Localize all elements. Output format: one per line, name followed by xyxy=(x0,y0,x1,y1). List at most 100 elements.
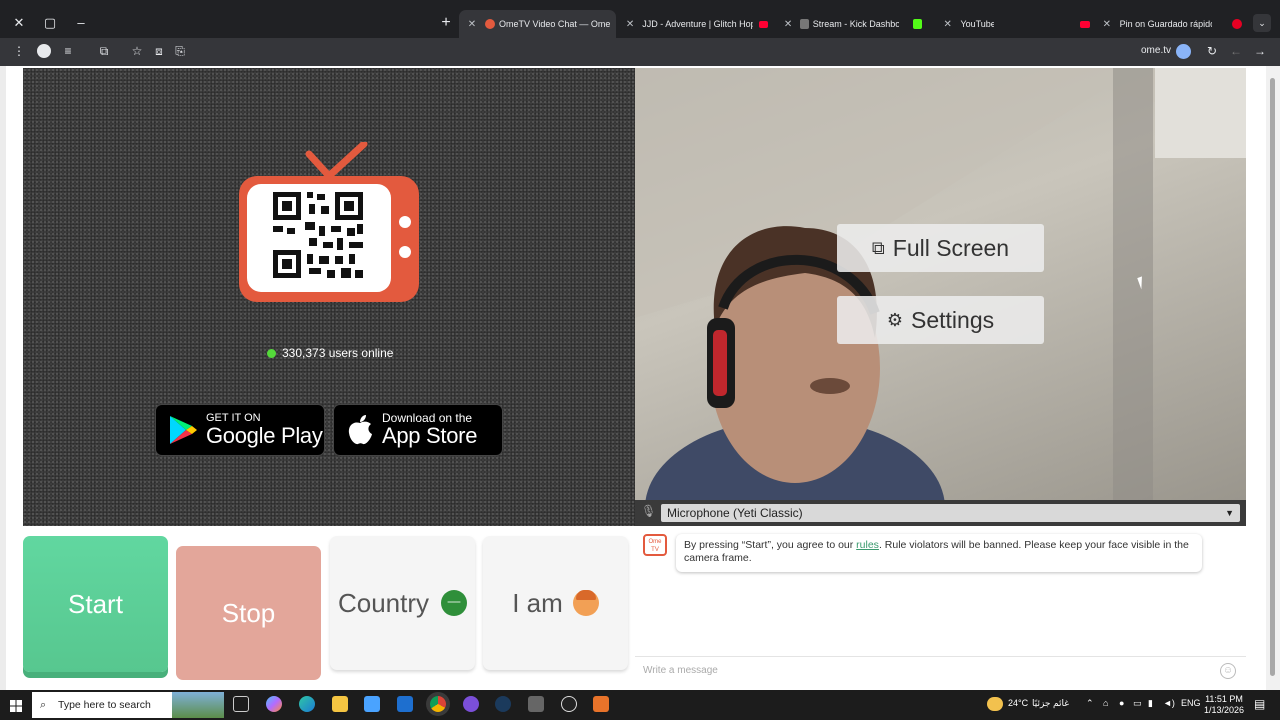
tab-title: Pin on Guardado rápido xyxy=(1119,19,1213,29)
tab-kick[interactable]: ✕ Stream - Kick Dashboard xyxy=(776,12,926,36)
kick-favicon-icon xyxy=(800,19,809,29)
tab-search-icon[interactable]: ⌄ xyxy=(1253,14,1271,32)
tab-pinterest[interactable]: ✕ Pin on Guardado rápido xyxy=(1094,12,1246,36)
language-indicator[interactable]: ENG xyxy=(1181,698,1201,708)
close-icon[interactable]: ✕ xyxy=(624,19,636,30)
chevron-up-icon[interactable]: ⌃ xyxy=(1086,698,1094,709)
country-button[interactable]: Country ═══ xyxy=(330,536,475,670)
monitor-icon[interactable]: ▭ xyxy=(1133,698,1142,709)
google-play-icon xyxy=(170,416,197,444)
new-tab-icon[interactable]: + xyxy=(437,14,455,32)
iam-label: I am xyxy=(512,587,563,618)
chrome-icon[interactable] xyxy=(430,696,446,712)
app-icon[interactable] xyxy=(528,696,544,712)
task-view-icon[interactable] xyxy=(233,696,249,712)
store-icon[interactable] xyxy=(364,696,380,712)
close-icon[interactable]: ✕ xyxy=(941,19,954,30)
close-window-icon[interactable]: ✕ xyxy=(10,14,28,32)
microphone-select[interactable]: Microphone (Yeti Classic) ▼ xyxy=(661,504,1240,522)
camera-feed-image xyxy=(635,68,1246,500)
app-store-button[interactable]: Download on the App Store xyxy=(333,404,503,456)
weather-description[interactable]: غائم جزئيًا xyxy=(1032,698,1069,709)
gender-button[interactable]: I am xyxy=(483,536,628,670)
microphone-selected-value: Microphone (Yeti Classic) xyxy=(667,506,803,520)
tab-title: Stream - Kick Dashboard xyxy=(812,19,900,29)
reading-list-icon[interactable]: ≡ xyxy=(61,44,75,58)
tab-ometv[interactable]: ✕ OmeTV Video Chat — Ome xyxy=(459,10,616,38)
start-label: Start xyxy=(68,588,123,619)
search-highlight-image xyxy=(172,692,224,718)
site-info-icon[interactable] xyxy=(1176,44,1191,59)
tab-youtube[interactable]: ✕ YouTube xyxy=(935,12,1090,36)
reload-icon[interactable]: ↻ xyxy=(1205,44,1219,58)
saudi-flag-icon: ═══ xyxy=(441,590,468,616)
google-play-button[interactable]: GET IT ON Google Play xyxy=(155,404,325,456)
tab-music[interactable]: ✕ JJD - Adventure | Glitch Hop | N xyxy=(618,12,768,36)
scrollbar-thumb[interactable] xyxy=(1270,78,1275,676)
file-explorer-icon[interactable] xyxy=(332,696,348,712)
bookmark-star-icon[interactable]: ☆ xyxy=(130,44,144,58)
clock-time: 11:51 PM xyxy=(1205,694,1243,704)
url-text[interactable]: ome.tv xyxy=(1141,45,1171,56)
discord-icon[interactable] xyxy=(463,696,479,712)
edge-icon[interactable] xyxy=(299,696,315,712)
message-placeholder: Write a message xyxy=(643,665,718,676)
app-store-big-text: App Store xyxy=(382,423,478,448)
mail-icon[interactable] xyxy=(397,696,413,712)
tab-title: OmeTV Video Chat — Ome xyxy=(499,19,611,29)
obs-icon[interactable] xyxy=(561,696,577,712)
online-dot-icon xyxy=(267,348,276,358)
close-icon[interactable]: ✕ xyxy=(465,19,479,30)
close-icon[interactable]: ✕ xyxy=(1100,19,1114,30)
steam-icon[interactable] xyxy=(495,696,511,712)
extensions-icon[interactable]: ⧉ xyxy=(97,44,111,58)
system-message: By pressing “Start”, you agree to our ru… xyxy=(676,534,1202,572)
taskbar-search-input[interactable]: ⌕ Type here to search xyxy=(32,692,224,718)
full-screen-button[interactable]: ⧉ Full Screen xyxy=(837,224,1044,272)
network-icon[interactable]: ⌂ xyxy=(1103,698,1108,708)
app-orange-icon[interactable] xyxy=(593,696,609,712)
settings-label: Settings xyxy=(911,306,995,333)
profile-avatar[interactable] xyxy=(37,44,51,58)
message-input[interactable]: Write a message ☺ xyxy=(635,656,1246,684)
microphone-tray-icon[interactable]: ● xyxy=(1119,698,1124,708)
microphone-bar: 🎙 Microphone (Yeti Classic) ▼ xyxy=(635,500,1246,526)
ometv-page: 330,373 users online GET IT ON Google Pl… xyxy=(6,66,1266,690)
gear-icon: ⚙ xyxy=(886,309,904,330)
back-icon[interactable]: → xyxy=(1253,44,1267,58)
minimize-window-icon[interactable]: – xyxy=(72,14,90,32)
start-button[interactable]: Start xyxy=(23,536,168,672)
tab-title: JJD - Adventure | Glitch Hop | N xyxy=(642,19,754,29)
online-users-indicator: 330,373 users online xyxy=(267,346,393,360)
stop-button[interactable]: Stop xyxy=(176,546,321,680)
message-text: By pressing “Start”, you agree to our xyxy=(684,539,857,551)
windows-start-icon[interactable] xyxy=(10,699,22,712)
translate-icon[interactable]: ⧈ xyxy=(152,44,166,58)
tv-qr-logo-icon xyxy=(239,142,419,302)
notifications-icon[interactable]: ▤ xyxy=(1254,697,1265,711)
volume-icon[interactable]: ◄) xyxy=(1163,698,1175,708)
forward-icon[interactable]: ← xyxy=(1229,44,1243,58)
settings-button[interactable]: ⚙ Settings xyxy=(837,296,1044,344)
clock[interactable]: 11:51 PM 1/13/2026 xyxy=(1200,694,1248,716)
page-scrollbar[interactable] xyxy=(1266,66,1280,690)
screenshot-icon[interactable]: ⎘ xyxy=(173,44,187,58)
partner-video-placeholder: 330,373 users online GET IT ON Google Pl… xyxy=(23,68,635,526)
weather-icon[interactable] xyxy=(987,697,1003,711)
apple-icon xyxy=(348,415,372,445)
emoji-icon[interactable]: ☺ xyxy=(1220,663,1236,679)
close-icon[interactable]: ✕ xyxy=(782,19,794,30)
microphone-icon: 🎙 xyxy=(641,504,657,518)
boy-avatar-icon xyxy=(572,590,599,616)
maximize-window-icon[interactable]: ▢ xyxy=(41,14,59,32)
copilot-icon[interactable] xyxy=(266,696,282,712)
menu-icon[interactable]: ⋮ xyxy=(12,44,26,58)
weather-temp[interactable]: 24°C xyxy=(1008,698,1028,708)
battery-icon[interactable]: ▮ xyxy=(1148,698,1153,709)
full-screen-icon: ⧉ xyxy=(871,237,885,258)
tab-title: YouTube xyxy=(960,19,995,29)
stop-label: Stop xyxy=(221,597,276,628)
windows-taskbar: ⌕ Type here to search 24°C غائم جزئيًا ⌃… xyxy=(0,690,1280,720)
ometv-bot-avatar: Ome TV xyxy=(643,534,667,556)
rules-link[interactable]: rules xyxy=(856,539,879,551)
